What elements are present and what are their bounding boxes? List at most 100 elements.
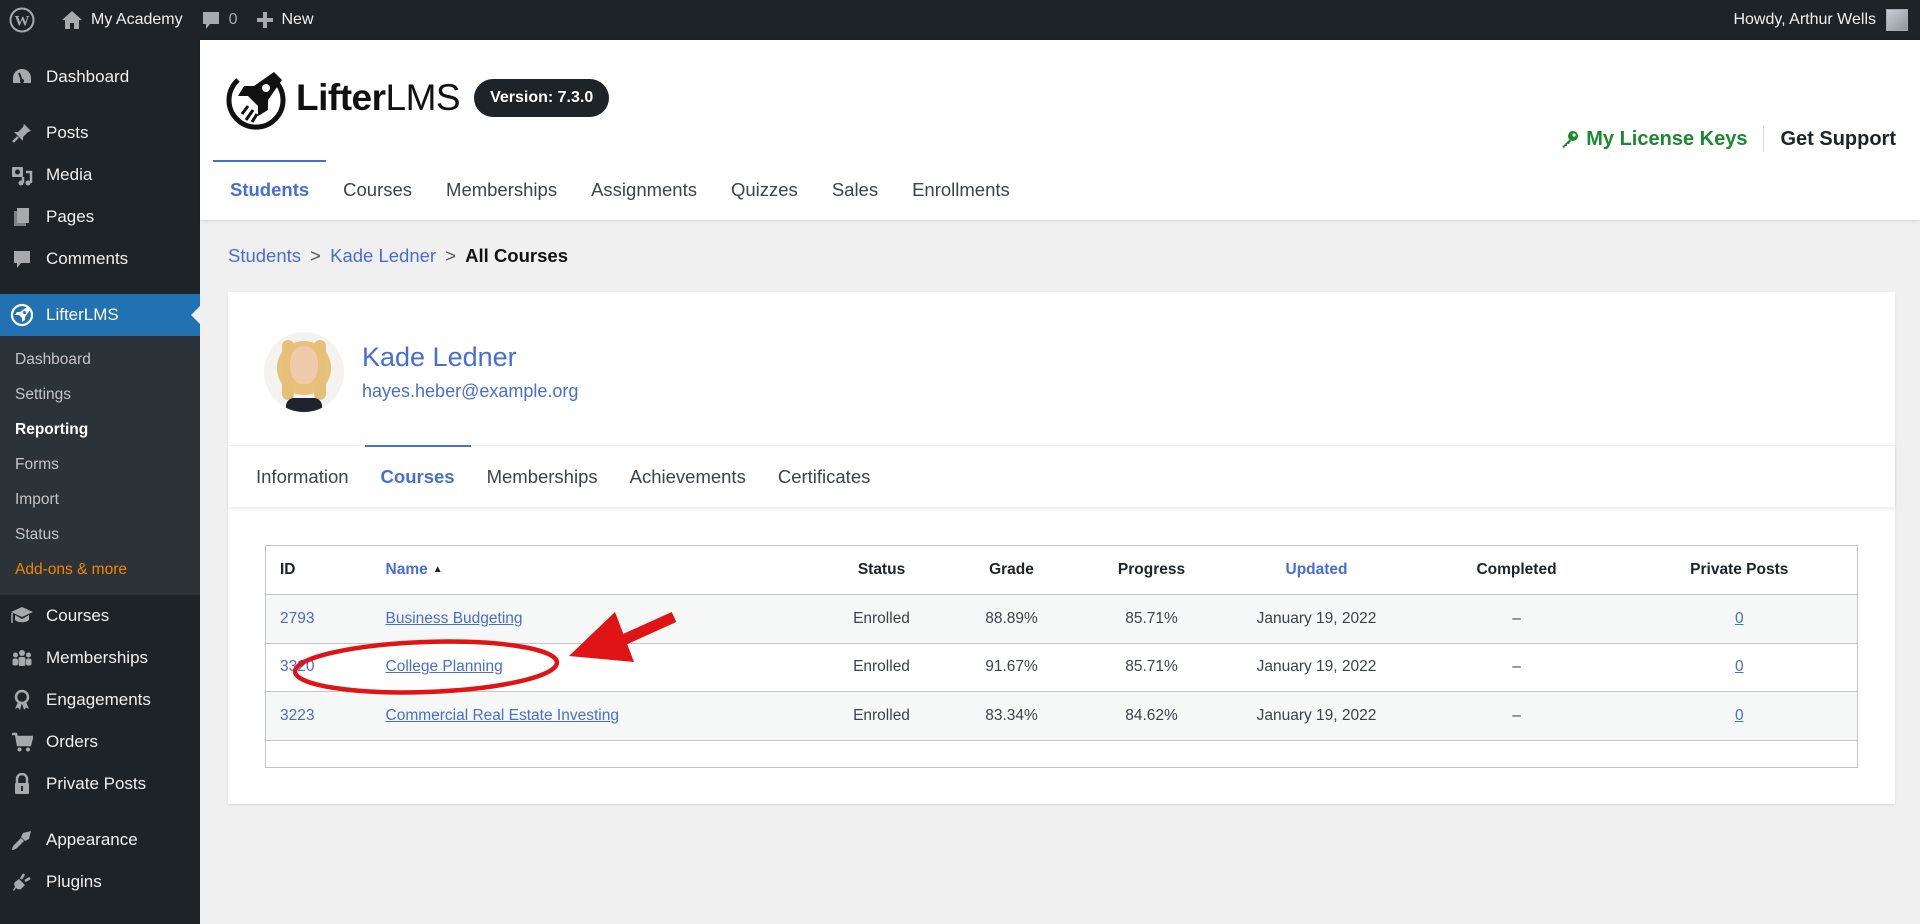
pushpin-icon xyxy=(10,121,34,145)
lock-icon xyxy=(10,772,34,796)
submenu-dashboard[interactable]: Dashboard xyxy=(0,342,200,377)
sidebar-item-label: Appearance xyxy=(46,830,138,849)
progress-cell: 85.71% xyxy=(1081,594,1222,644)
award-icon xyxy=(10,688,34,712)
sidebar-item-memberships[interactable]: Memberships xyxy=(0,637,200,679)
graduation-cap-icon xyxy=(10,604,34,628)
sidebar-item-posts[interactable]: Posts xyxy=(0,112,200,154)
sidebar-item-comments[interactable]: Comments xyxy=(0,238,200,280)
sidebar-item-dashboard[interactable]: Dashboard xyxy=(0,56,200,98)
new-label: New xyxy=(281,11,314,28)
tab-courses[interactable]: Courses xyxy=(326,160,429,220)
sidebar-item-courses[interactable]: Courses xyxy=(0,595,200,637)
plus-icon xyxy=(256,11,274,29)
student-tab-achievements[interactable]: Achievements xyxy=(614,446,762,507)
table-header-row: ID Name ▲ Status Grade Progress Updated C… xyxy=(265,545,1858,595)
tab-assignments[interactable]: Assignments xyxy=(574,160,714,220)
sidebar-item-lifterlms[interactable]: LifterLMS xyxy=(0,294,200,336)
student-tabs: Information Courses Memberships Achievem… xyxy=(228,445,1895,507)
cart-icon xyxy=(10,730,34,754)
updated-cell: January 19, 2022 xyxy=(1221,691,1412,741)
paintbrush-icon xyxy=(10,828,34,852)
submenu-forms[interactable]: Forms xyxy=(0,447,200,482)
table-row: 2793 Business Budgeting Enrolled 88.89% … xyxy=(265,594,1858,644)
license-keys-link[interactable]: My License Keys xyxy=(1560,128,1747,151)
site-name-link[interactable]: My Academy xyxy=(52,0,192,40)
course-id-link[interactable]: 3320 xyxy=(280,658,314,675)
submenu-settings[interactable]: Settings xyxy=(0,377,200,412)
reporting-tabs: Students Courses Memberships Assignments… xyxy=(213,160,1027,220)
column-header-name-label: Name xyxy=(385,561,428,578)
get-support-link[interactable]: Get Support xyxy=(1780,128,1896,151)
submenu-import[interactable]: Import xyxy=(0,482,200,517)
user-avatar[interactable] xyxy=(1886,9,1908,31)
student-tab-certificates[interactable]: Certificates xyxy=(762,446,887,507)
sidebar-item-media[interactable]: Media xyxy=(0,154,200,196)
grade-cell: 83.34% xyxy=(941,691,1082,741)
tab-students[interactable]: Students xyxy=(213,160,327,220)
student-tab-memberships[interactable]: Memberships xyxy=(471,446,614,507)
course-id-link[interactable]: 2793 xyxy=(280,610,314,627)
status-cell: Enrolled xyxy=(821,643,942,692)
tab-enrollments[interactable]: Enrollments xyxy=(895,160,1027,220)
breadcrumb-current: All Courses xyxy=(465,245,568,266)
sidebar-item-private-posts[interactable]: Private Posts xyxy=(0,763,200,805)
progress-cell: 84.62% xyxy=(1081,691,1222,741)
column-header-updated[interactable]: Updated xyxy=(1221,545,1412,595)
sidebar-item-label: Private Posts xyxy=(46,774,147,793)
submenu-reporting[interactable]: Reporting xyxy=(0,412,200,447)
howdy-user-link[interactable]: Howdy, Arthur Wells xyxy=(1733,11,1876,29)
lifterlms-logo[interactable]: LifterLMS Version: 7.3.0 xyxy=(224,66,610,130)
student-tab-courses[interactable]: Courses xyxy=(364,445,471,507)
sidebar-item-label: Media xyxy=(46,165,93,184)
plugin-icon xyxy=(10,870,34,894)
sidebar-item-appearance[interactable]: Appearance xyxy=(0,819,200,861)
sidebar-item-plugins[interactable]: Plugins xyxy=(0,861,200,903)
course-name-link[interactable]: College Planning xyxy=(386,658,503,675)
dashboard-icon xyxy=(10,65,34,89)
tab-quizzes[interactable]: Quizzes xyxy=(714,160,815,220)
column-header-private-posts: Private Posts xyxy=(1621,545,1858,595)
private-posts-link[interactable]: 0 xyxy=(1735,658,1744,675)
private-posts-link[interactable]: 0 xyxy=(1735,707,1744,724)
sidebar-item-label: Plugins xyxy=(46,872,102,891)
new-content-link[interactable]: New xyxy=(247,0,323,40)
breadcrumb-students[interactable]: Students xyxy=(228,245,301,266)
comment-icon xyxy=(201,10,221,30)
sidebar-item-orders[interactable]: Orders xyxy=(0,721,200,763)
tab-memberships[interactable]: Memberships xyxy=(429,160,574,220)
student-name[interactable]: Kade Ledner xyxy=(362,342,578,373)
course-name-link[interactable]: Business Budgeting xyxy=(386,610,523,627)
completed-cell: – xyxy=(1411,691,1622,741)
key-icon xyxy=(1562,131,1579,148)
lifterlms-rocket-logo-icon xyxy=(226,72,286,130)
media-icon xyxy=(10,163,34,187)
comments-link[interactable]: 0 xyxy=(192,0,247,40)
wordpress-logo-button[interactable]: W xyxy=(0,0,52,40)
svg-text:W: W xyxy=(15,14,30,30)
tab-sales[interactable]: Sales xyxy=(815,160,895,220)
student-tab-information[interactable]: Information xyxy=(240,446,365,507)
sidebar-item-label: Orders xyxy=(46,732,98,751)
course-name-link[interactable]: Commercial Real Estate Investing xyxy=(386,707,619,724)
grade-cell: 88.89% xyxy=(941,594,1082,644)
breadcrumb-separator: > xyxy=(445,245,457,266)
course-id-link[interactable]: 3223 xyxy=(280,707,314,724)
private-posts-link[interactable]: 0 xyxy=(1735,610,1744,627)
submenu-status[interactable]: Status xyxy=(0,517,200,552)
submenu-addons[interactable]: Add-ons & more xyxy=(0,552,200,587)
admin-bar: W My Academy 0 New Howdy, Arthur Wells xyxy=(0,0,1920,40)
sidebar-item-engagements[interactable]: Engagements xyxy=(0,679,200,721)
sidebar-item-label: Posts xyxy=(46,123,89,142)
breadcrumb-student-name[interactable]: Kade Ledner xyxy=(330,245,436,266)
lifterlms-submenu: Dashboard Settings Reporting Forms Impor… xyxy=(0,336,200,595)
version-badge: Version: 7.3.0 xyxy=(474,79,610,117)
grade-cell: 91.67% xyxy=(941,643,1082,692)
column-header-status: Status xyxy=(821,545,942,595)
sidebar-item-pages[interactable]: Pages xyxy=(0,196,200,238)
sidebar-item-label: Dashboard xyxy=(46,67,130,86)
student-email[interactable]: hayes.heber@example.org xyxy=(362,381,578,402)
updated-cell: January 19, 2022 xyxy=(1221,594,1412,644)
completed-cell: – xyxy=(1411,643,1622,692)
column-header-name[interactable]: Name ▲ xyxy=(371,545,822,595)
